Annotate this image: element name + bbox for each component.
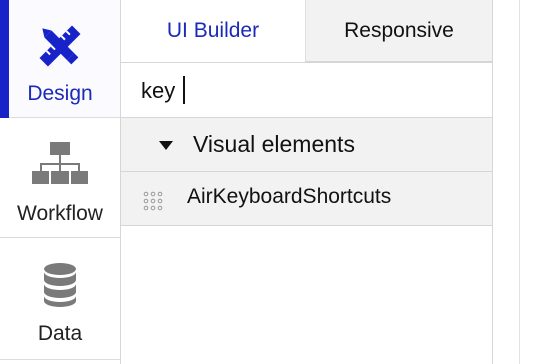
- sidebar-item-workflow[interactable]: Workflow: [0, 118, 120, 238]
- divider: [519, 0, 520, 364]
- sidebar-item-label: Workflow: [17, 202, 103, 225]
- list-item[interactable]: AirKeyboardShortcuts: [121, 172, 492, 226]
- panel-tabs: UI Builder Responsive: [121, 0, 492, 62]
- sidebar-item-design[interactable]: Design: [0, 0, 120, 118]
- text-cursor: [183, 76, 185, 104]
- sidebar-item-data[interactable]: Data: [0, 238, 120, 360]
- sidebar-item-label: Design: [27, 82, 93, 105]
- sidebar-item-label: Data: [37, 322, 83, 345]
- element-label: AirKeyboardShortcuts: [187, 185, 392, 208]
- design-tools-icon: [0, 20, 120, 77]
- canvas-edge: [493, 0, 540, 364]
- drag-grip-icon[interactable]: [143, 191, 163, 211]
- left-sidebar: Design Workflow Data: [0, 0, 121, 364]
- workflow-icon: [0, 140, 120, 193]
- caret-down-icon: [159, 141, 173, 150]
- elements-panel: UI Builder Responsive Visual elements Ai…: [121, 0, 493, 364]
- search-input[interactable]: [141, 73, 471, 109]
- search-box: [121, 62, 492, 118]
- tab-responsive[interactable]: Responsive: [305, 0, 492, 62]
- tab-ui-builder[interactable]: UI Builder: [121, 0, 305, 62]
- group-label: Visual elements: [193, 131, 355, 157]
- database-icon: [0, 262, 120, 313]
- list-empty-area: [121, 226, 492, 364]
- group-visual-elements[interactable]: Visual elements: [121, 118, 492, 172]
